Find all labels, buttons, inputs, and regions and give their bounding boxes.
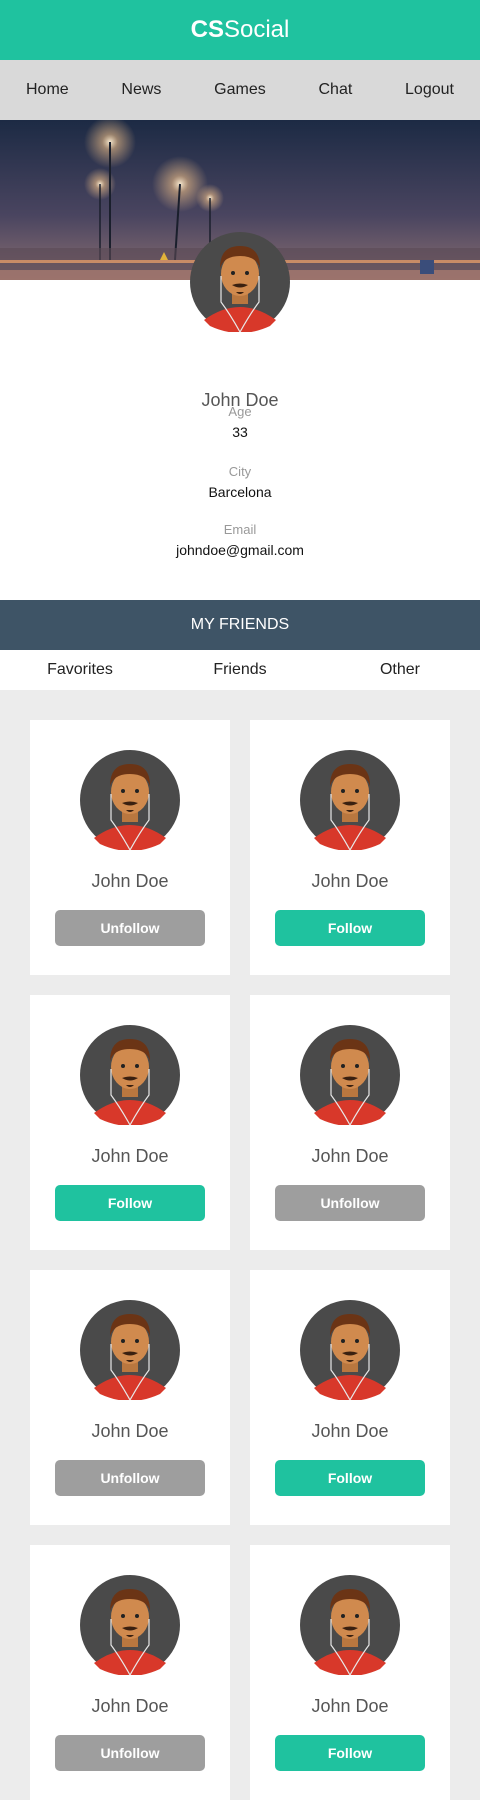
avatar-icon[interactable] [80, 1300, 180, 1400]
follow-button[interactable]: Follow [55, 1185, 205, 1221]
tab-friends[interactable]: Friends [160, 661, 320, 679]
app-header: CS Social [0, 0, 480, 60]
city-field: City Barcelona [0, 464, 480, 500]
friend-name: John Doe [91, 1421, 169, 1441]
friend-card: John Doe Follow [30, 995, 230, 1250]
nav-logout[interactable]: Logout [405, 81, 454, 99]
friend-name: John Doe [91, 1146, 169, 1166]
city-label: City [228, 464, 252, 479]
friend-name: John Doe [91, 1696, 169, 1716]
friend-card: John Doe Follow [250, 720, 450, 975]
avatar-icon[interactable] [80, 1575, 180, 1675]
main-nav: Home News Games Chat Logout [0, 60, 480, 120]
tab-other[interactable]: Other [320, 661, 480, 679]
friends-header: MY FRIENDS [0, 600, 480, 650]
avatar-icon[interactable] [300, 1300, 400, 1400]
friend-card: John Doe Follow [250, 1545, 450, 1800]
friend-card: John Doe Unfollow [30, 1270, 230, 1525]
nav-news[interactable]: News [121, 81, 161, 99]
unfollow-button[interactable]: Unfollow [275, 1185, 425, 1221]
friend-card: John Doe Follow [250, 1270, 450, 1525]
friend-name: John Doe [311, 1421, 389, 1441]
avatar-icon[interactable] [80, 1025, 180, 1125]
age-value: 33 [232, 424, 248, 440]
friend-name: John Doe [311, 1146, 389, 1166]
friends-grid: John Doe Unfollow John Doe Follow John Doe… [0, 690, 480, 1800]
tab-favorites[interactable]: Favorites [0, 661, 160, 679]
unfollow-button[interactable]: Unfollow [55, 910, 205, 946]
avatar-icon[interactable] [300, 750, 400, 850]
nav-games[interactable]: Games [214, 81, 266, 99]
age-label: Age [228, 404, 252, 419]
avatar-icon[interactable] [190, 232, 290, 332]
email-value: johndoe@gmail.com [176, 542, 304, 558]
friend-name: John Doe [311, 1696, 389, 1716]
friend-card: John Doe Unfollow [30, 720, 230, 975]
friend-card: John Doe Unfollow [250, 995, 450, 1250]
brand-bold: CS [190, 16, 224, 43]
nav-home[interactable]: Home [26, 81, 69, 99]
nav-chat[interactable]: Chat [318, 81, 352, 99]
unfollow-button[interactable]: Unfollow [55, 1735, 205, 1771]
friend-name: John Doe [91, 871, 169, 891]
profile-section: John Doe Age 33 City Barcelona Email joh… [0, 232, 480, 600]
friends-tabs: Favorites Friends Other [0, 650, 480, 690]
unfollow-button[interactable]: Unfollow [55, 1460, 205, 1496]
avatar-icon[interactable] [300, 1575, 400, 1675]
avatar-icon[interactable] [80, 750, 180, 850]
brand-rest: Social [223, 16, 290, 43]
age-field: Age 33 [0, 404, 480, 440]
avatar-icon[interactable] [300, 1025, 400, 1125]
email-label: Email [223, 522, 257, 537]
follow-button[interactable]: Follow [275, 1460, 425, 1496]
friend-card: John Doe Unfollow [30, 1545, 230, 1800]
follow-button[interactable]: Follow [275, 1735, 425, 1771]
follow-button[interactable]: Follow [275, 910, 425, 946]
friend-name: John Doe [311, 871, 389, 891]
email-field: Email johndoe@gmail.com [0, 522, 480, 558]
city-value: Barcelona [208, 484, 272, 500]
